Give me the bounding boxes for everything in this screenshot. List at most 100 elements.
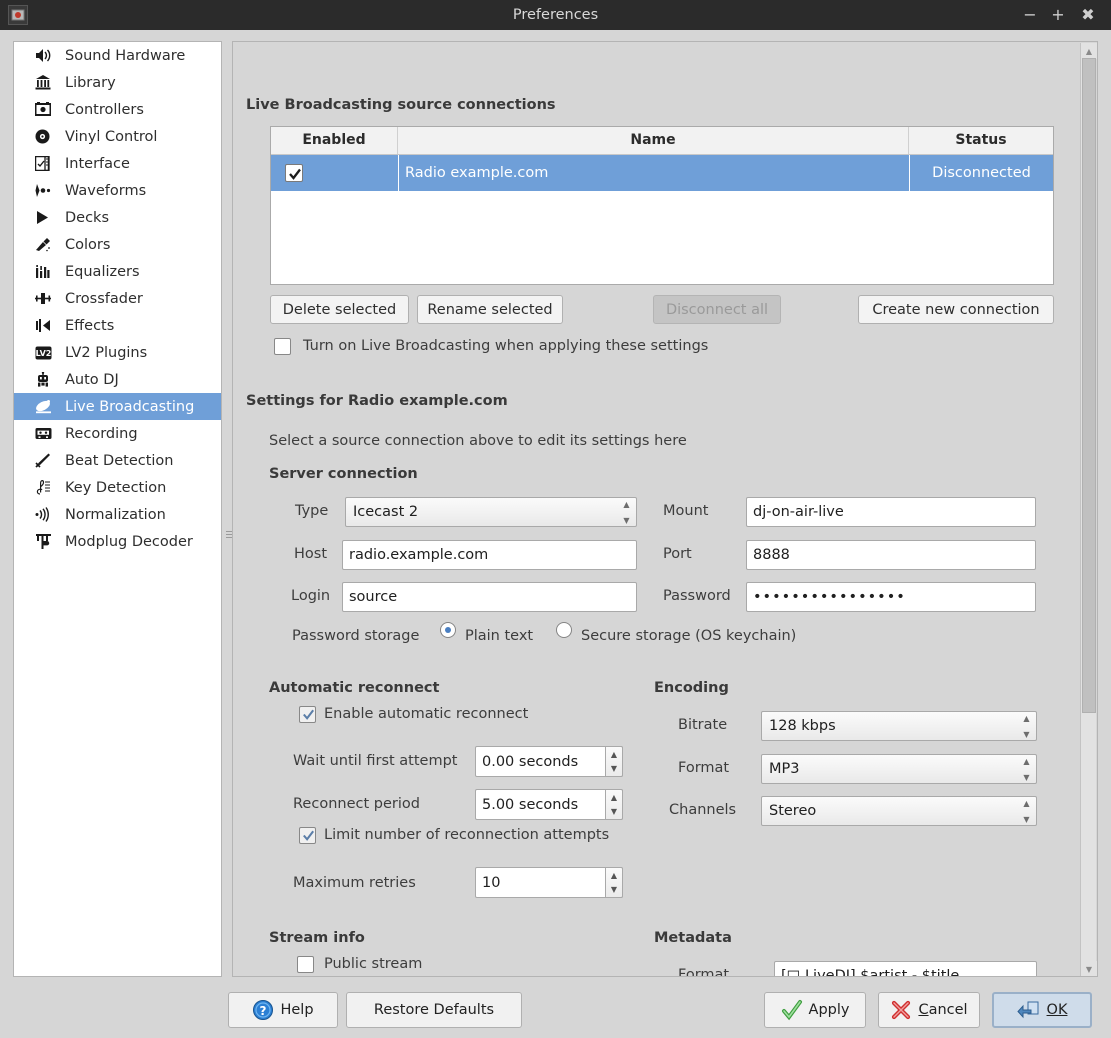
plain-text-radio[interactable] [440,622,456,638]
sidebar-item-sound-hardware[interactable]: Sound Hardware [14,42,221,69]
port-input[interactable]: 8888 [746,540,1036,570]
stream-info-title: Stream info [269,930,365,946]
public-stream-label: Public stream [324,956,422,973]
sidebar-item-normalization[interactable]: Normalization [14,501,221,528]
minimize-button[interactable]: − [1017,0,1043,30]
period-stepper-icon[interactable]: ▲▼ [605,789,623,820]
sidebar-item-library[interactable]: Library [14,69,221,96]
turn-on-live-broadcasting-checkbox[interactable] [274,338,291,355]
cancel-button[interactable]: Cancel [878,992,980,1028]
sidebar-item-key-detection[interactable]: Key Detection [14,474,221,501]
bitrate-stepper-icon[interactable]: ▲▼ [1021,715,1032,739]
enable-automatic-reconnect-checkbox[interactable] [299,706,316,723]
sidebar-item-equalizers[interactable]: Equalizers [14,258,221,285]
sidebar-item-label: Sound Hardware [65,48,185,64]
panel-content: Live Broadcasting source connections Ena… [233,42,1081,977]
sidebar-item-label: Interface [65,156,130,172]
max-retries-stepper-icon[interactable]: ▲▼ [605,867,623,898]
scrollbar-thumb[interactable] [1082,58,1096,713]
apply-label: Apply [809,1002,850,1018]
type-combobox[interactable]: Icecast 2 ▲▼ [345,497,637,527]
window-body: Sound Hardware LibraryControllersVinyl Co… [0,30,1111,1038]
wait-value: 0.00 seconds [482,754,578,770]
maximize-button[interactable]: + [1045,0,1071,30]
cancel-label: Cancel [918,1002,967,1018]
sidebar-item-lv2-plugins[interactable]: LV2LV2 Plugins [14,339,221,366]
limit-reconnection-attempts-checkbox[interactable] [299,827,316,844]
row-status-cell[interactable]: Disconnected [909,155,1053,191]
type-stepper-icon[interactable]: ▲▼ [621,501,632,525]
sidebar-item-beat-detection[interactable]: Beat Detection [14,447,221,474]
lv2-icon: LV2 [35,343,57,363]
column-header-name[interactable]: Name [398,127,909,154]
check-icon [287,166,303,182]
restore-defaults-button[interactable]: Restore Defaults [346,992,522,1028]
sidebar-item-waveforms[interactable]: Waveforms [14,177,221,204]
sidebar-item-recording[interactable]: Recording [14,420,221,447]
type-label: Type [295,503,328,519]
format-stepper-icon[interactable]: ▲▼ [1021,758,1032,782]
channels-stepper-icon[interactable]: ▲▼ [1021,800,1032,824]
cross-icon [890,999,912,1021]
table-row[interactable]: Radio example.com Disconnected [271,155,1053,191]
controllers-icon [35,100,57,120]
check-icon [301,707,316,722]
scroll-down-arrow-icon[interactable]: ▼ [1081,961,1097,977]
sidebar-item-live-broadcasting[interactable]: Live Broadcasting [14,393,221,420]
sidebar-item-label: Recording [65,426,138,442]
apply-button[interactable]: Apply [764,992,866,1028]
wait-until-first-attempt-spinbox[interactable]: 0.00 seconds ▲▼ [475,746,623,777]
help-label: Help [280,1002,313,1018]
delete-selected-button[interactable]: Delete selected [270,295,409,324]
format-combobox[interactable]: MP3 ▲▼ [761,754,1037,784]
cassette-icon [35,424,57,444]
period-value: 5.00 seconds [482,797,578,813]
rename-selected-button[interactable]: Rename selected [417,295,563,324]
connections-table[interactable]: Enabled Name Status Radio example.com Di… [270,126,1054,285]
sidebar-item-label: Auto DJ [65,372,119,388]
sidebar-item-modplug-decoder[interactable]: Modplug Decoder [14,528,221,555]
sidebar-item-controllers[interactable]: Controllers [14,96,221,123]
metadata-format-label: Format [678,967,729,977]
maximum-retries-spinbox[interactable]: 10 ▲▼ [475,867,623,898]
sidebar-item-crossfader[interactable]: Crossfader [14,285,221,312]
secure-storage-radio[interactable] [556,622,572,638]
sidebar-item-auto-dj[interactable]: Auto DJ [14,366,221,393]
preferences-sidebar[interactable]: Sound Hardware LibraryControllersVinyl Co… [13,41,222,977]
reconnect-period-spinbox[interactable]: 5.00 seconds ▲▼ [475,789,623,820]
settings-hint-text: Select a source connection above to edit… [269,433,687,449]
channels-label: Channels [669,802,736,818]
row-enabled-checkbox[interactable] [285,164,303,182]
row-enabled-cell[interactable] [271,155,398,191]
ok-button[interactable]: OK [992,992,1092,1028]
sidebar-item-decks[interactable]: Decks [14,204,221,231]
table-header-row: Enabled Name Status [271,127,1053,155]
row-name-cell[interactable]: Radio example.com [398,155,909,191]
bitrate-combobox[interactable]: 128 kbps ▲▼ [761,711,1037,741]
help-button[interactable]: ? Help [228,992,338,1028]
create-new-connection-button[interactable]: Create new connection [858,295,1054,324]
close-button[interactable]: ✖ [1075,0,1101,30]
public-stream-checkbox[interactable] [297,956,314,973]
channels-combobox[interactable]: Stereo ▲▼ [761,796,1037,826]
column-header-enabled[interactable]: Enabled [271,127,398,154]
window-titlebar: Preferences − + ✖ [0,0,1111,30]
wait-stepper-icon[interactable]: ▲▼ [605,746,623,777]
sidebar-item-effects[interactable]: Effects [14,312,221,339]
library-icon [35,73,57,93]
sidebar-item-label: Effects [65,318,114,334]
sidebar-item-interface[interactable]: Interface [14,150,221,177]
sidebar-item-vinyl-control[interactable]: Vinyl Control [14,123,221,150]
window-title: Preferences [0,0,1111,30]
scroll-up-arrow-icon[interactable]: ▲ [1081,43,1097,59]
panel-scrollbar[interactable]: ▲ ▼ [1080,43,1096,977]
mount-input[interactable]: dj-on-air-live [746,497,1036,527]
server-connection-title: Server connection [269,466,418,482]
host-input[interactable]: radio.example.com [342,540,637,570]
column-header-status[interactable]: Status [909,127,1053,154]
password-input[interactable]: •••••••••••••••• [746,582,1036,612]
sidebar-item-colors[interactable]: Colors [14,231,221,258]
login-input[interactable]: source [342,582,637,612]
disconnect-all-button[interactable]: Disconnect all [653,295,781,324]
metadata-format-input[interactable]: [□ LiveDJ] $artist - $title [774,961,1037,977]
